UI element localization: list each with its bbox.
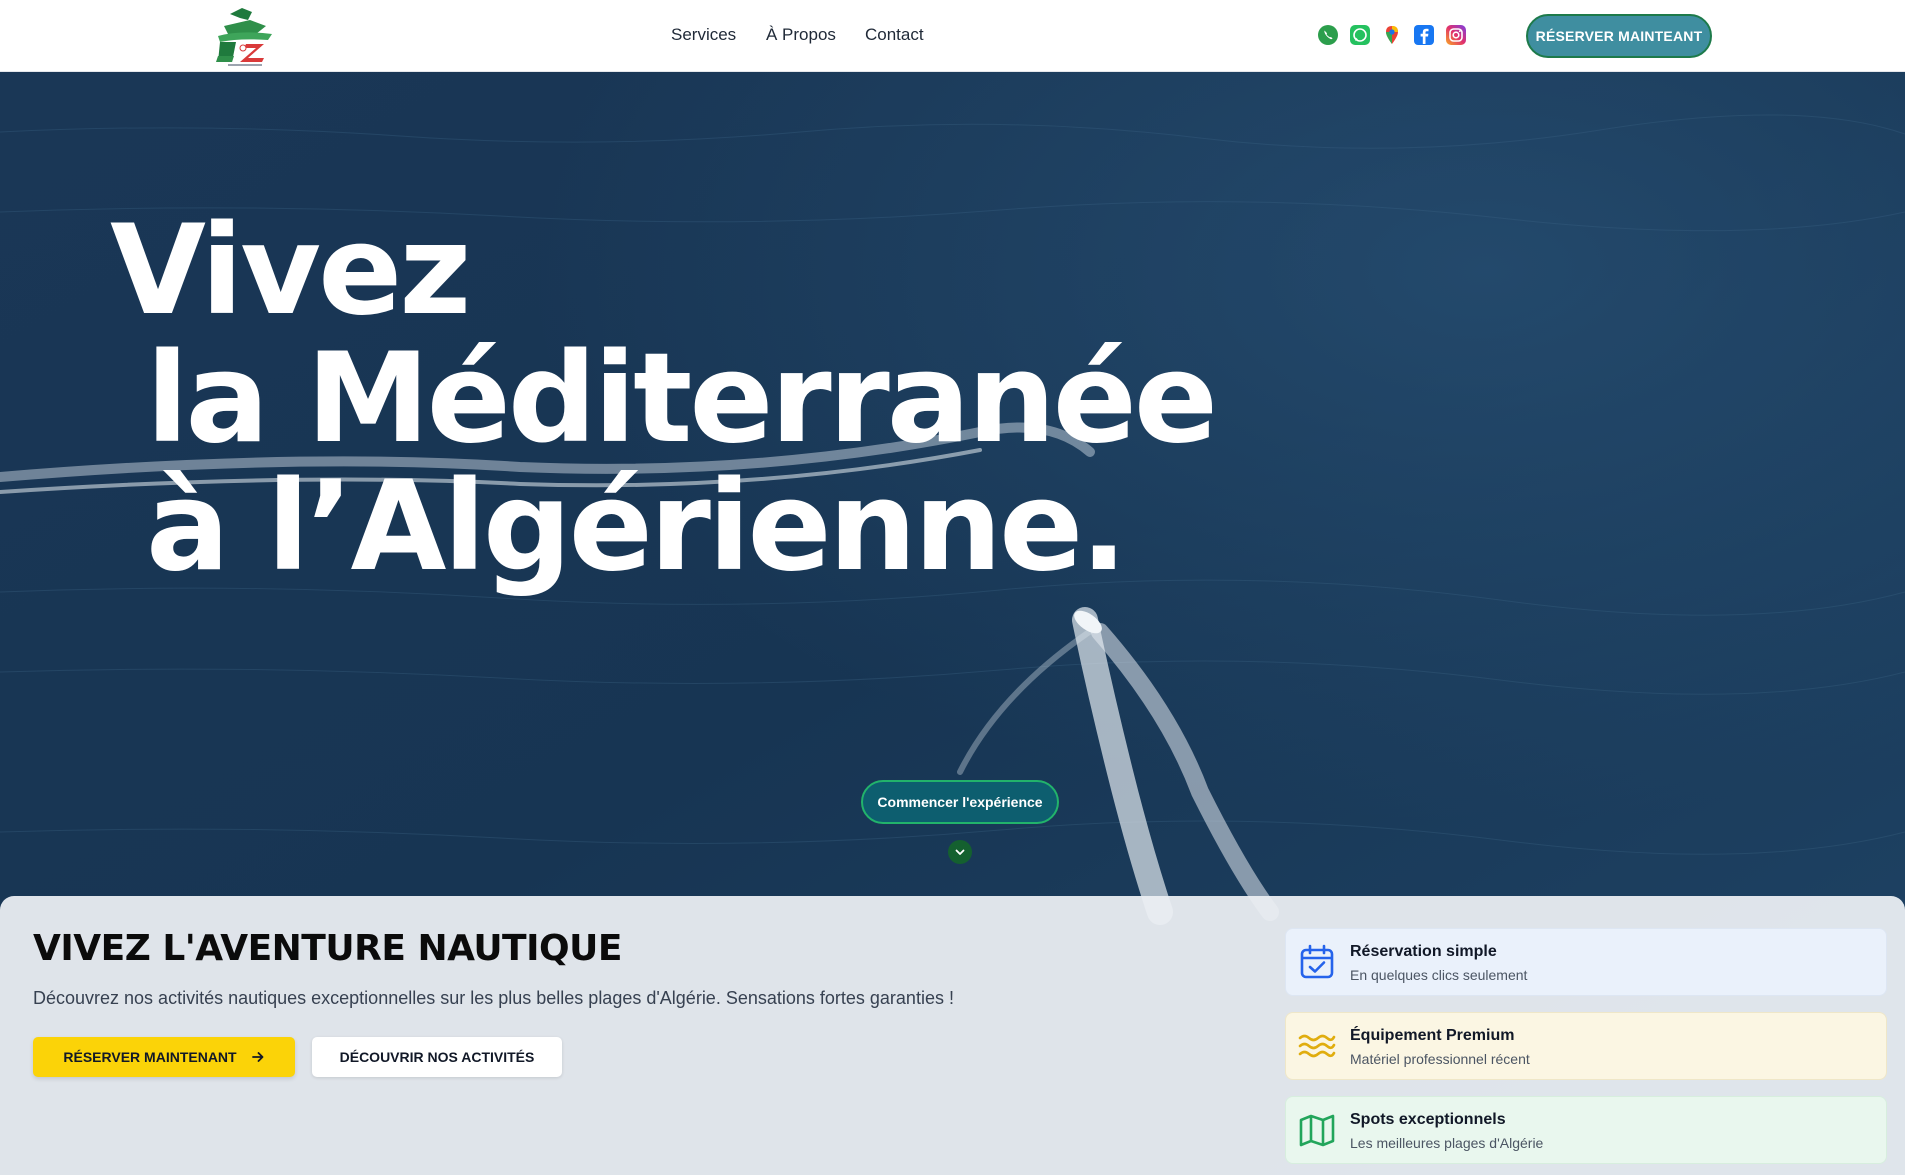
feature-card-equipment: Équipement Premium Matériel professionne…: [1285, 1012, 1887, 1080]
feature-card-booking: Réservation simple En quelques clics seu…: [1285, 928, 1887, 996]
nav-link-contact[interactable]: Contact: [865, 25, 924, 45]
panel-title: VIVEZ L'AVENTURE NAUTIQUE: [33, 928, 622, 969]
calendar-check-icon: [1298, 943, 1336, 981]
feature-desc: Les meilleures plages d'Algérie: [1350, 1135, 1544, 1151]
hero-title-line-1: Vivez: [110, 199, 471, 343]
scroll-down-chevron-icon[interactable]: [948, 840, 972, 864]
nav-link-services[interactable]: Services: [671, 25, 736, 45]
feature-title: Équipement Premium: [1350, 1027, 1515, 1044]
header-book-button[interactable]: RÉSERVER MAINTEANT: [1526, 14, 1712, 58]
phone-icon[interactable]: [1317, 24, 1339, 46]
feature-title: Réservation simple: [1350, 943, 1497, 960]
map-icon: [1298, 1111, 1336, 1149]
hero-title: Vivez la Méditerranée à l’Algérienne.: [110, 199, 1218, 599]
waves-icon: [1298, 1027, 1336, 1065]
adventure-panel: VIVEZ L'AVENTURE NAUTIQUE Découvrez nos …: [0, 896, 1905, 1175]
feature-desc: Matériel professionnel récent: [1350, 1051, 1530, 1067]
arrow-right-icon: [251, 1052, 263, 1062]
feature-title: Spots exceptionnels: [1350, 1111, 1506, 1128]
discover-activities-button[interactable]: DÉCOUVRIR NOS ACTIVITÉS: [312, 1037, 562, 1077]
site-header: Services À Propos Contact RÉSERVER MAINT…: [0, 0, 1905, 72]
map-pin-icon[interactable]: [1381, 24, 1403, 46]
start-experience-button[interactable]: Commencer l'expérience: [861, 780, 1059, 824]
facebook-icon[interactable]: [1413, 24, 1435, 46]
instagram-icon[interactable]: [1445, 24, 1467, 46]
feature-desc: En quelques clics seulement: [1350, 967, 1528, 983]
panel-subtitle: Découvrez nos activités nautiques except…: [33, 988, 954, 1008]
hero-title-line-2: la Méditerranée: [146, 327, 1218, 471]
whatsapp-icon[interactable]: [1349, 24, 1371, 46]
feature-card-spots: Spots exceptionnels Les meilleures plage…: [1285, 1096, 1887, 1164]
hero-title-line-3: à l’Algérienne.: [146, 455, 1127, 599]
book-now-button[interactable]: RÉSERVER MAINTENANT: [33, 1037, 295, 1077]
nav-link-about[interactable]: À Propos: [766, 25, 836, 45]
book-now-label: RÉSERVER MAINTENANT: [63, 1049, 237, 1065]
